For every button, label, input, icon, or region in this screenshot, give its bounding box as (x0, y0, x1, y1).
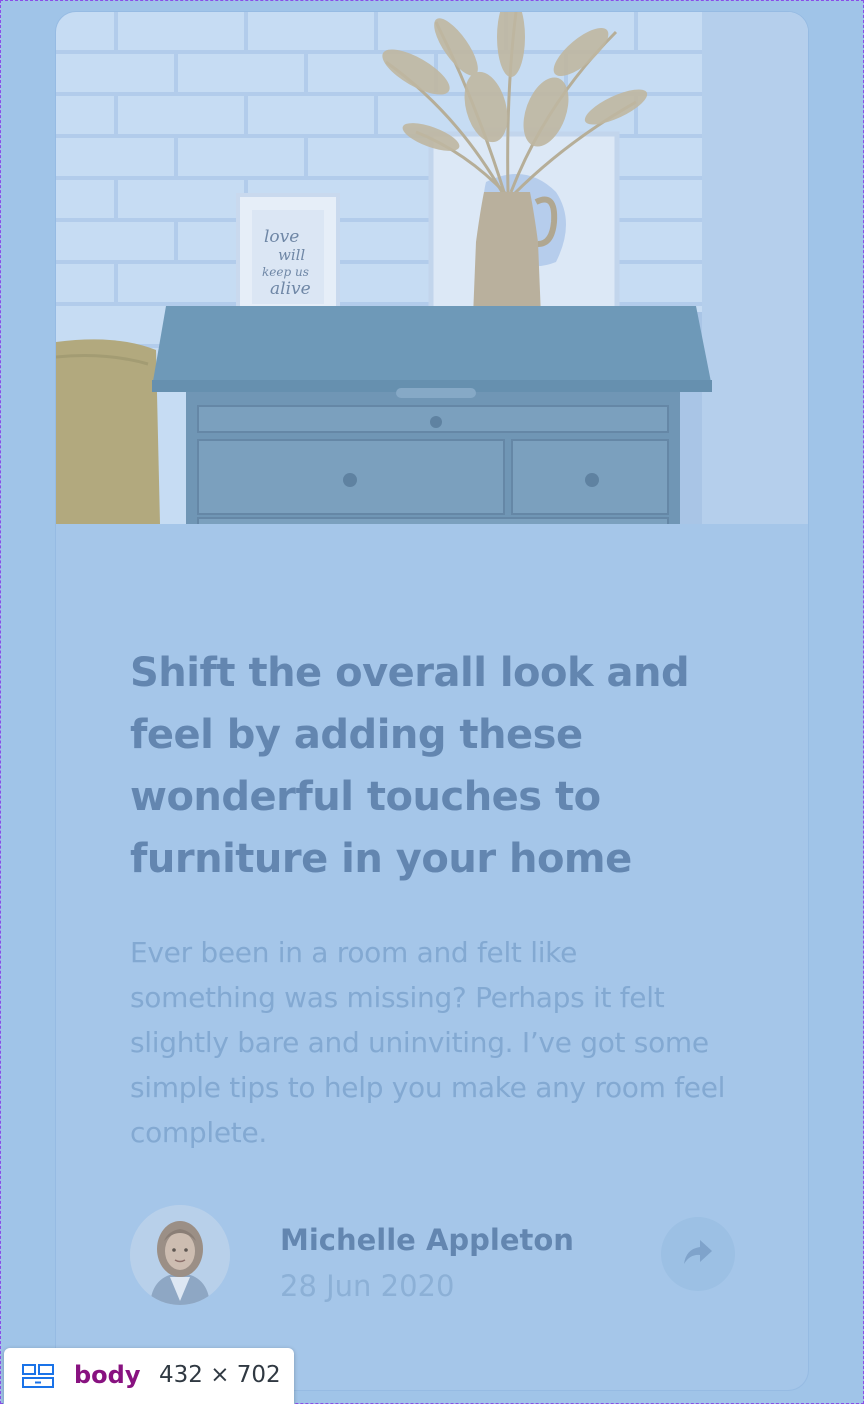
devtools-element-tooltip: body 432 × 702 (4, 1348, 294, 1404)
element-tag-name: body (74, 1361, 141, 1389)
article-description: Ever been in a room and felt like someth… (130, 936, 726, 1149)
article-card: love will keep us alive Shift the overal… (56, 12, 808, 1390)
avatar (130, 1205, 230, 1305)
svg-text:love: love (264, 227, 299, 247)
svg-text:will: will (278, 246, 305, 264)
svg-text:keep us: keep us (262, 265, 309, 279)
hero-image: love will keep us alive (56, 12, 808, 524)
share-arrow-icon (682, 1238, 714, 1270)
svg-text:alive: alive (270, 279, 311, 299)
publish-date: 28 Jun 2020 (280, 1269, 455, 1303)
element-size: 432 × 702 (159, 1362, 281, 1388)
article-title: Shift the overall look and feel by addin… (130, 650, 690, 882)
article-content: Shift the overall look and feel by addin… (130, 642, 730, 1155)
layout-grid-icon (22, 1364, 54, 1392)
author-row: Michelle Appleton 28 Jun 2020 (130, 1205, 736, 1305)
author-name: Michelle Appleton (280, 1223, 574, 1257)
share-button[interactable] (661, 1217, 735, 1291)
